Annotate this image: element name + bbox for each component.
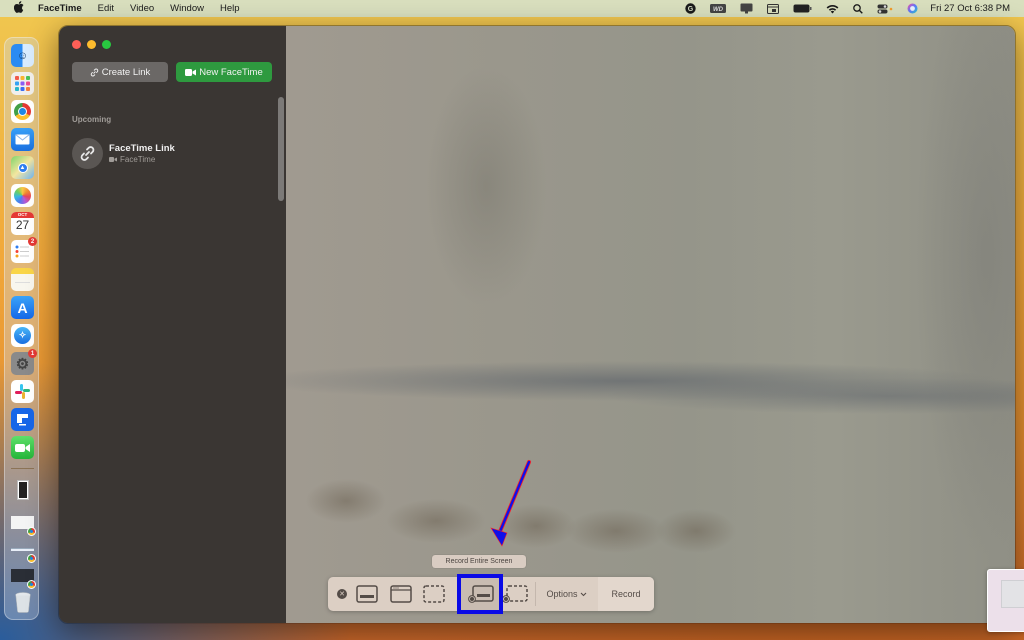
record-entire-screen-tooltip: Record Entire Screen xyxy=(432,555,526,568)
flow-icon xyxy=(17,414,28,426)
upcoming-section-label: Upcoming xyxy=(72,115,112,124)
window-thumbnail xyxy=(16,479,29,500)
dock-finder[interactable]: ☺ xyxy=(11,44,34,67)
reminders-icon xyxy=(15,245,29,258)
upcoming-item-title: FaceTime Link xyxy=(109,142,175,154)
dock-flow[interactable] xyxy=(11,408,34,431)
maps-icon: ▲ xyxy=(17,162,28,173)
dock-minimized-window-1[interactable] xyxy=(11,478,34,501)
dock-mail[interactable] xyxy=(11,128,34,151)
calendar-day: 27 xyxy=(15,218,30,232)
control-center-icon[interactable] xyxy=(877,0,893,17)
reminders-badge: 2 xyxy=(28,237,37,246)
dock-minimized-chrome-1[interactable] xyxy=(11,511,36,536)
dock-safari[interactable]: ✧ xyxy=(11,324,34,347)
menu-video[interactable]: Video xyxy=(130,3,154,14)
display-icon[interactable] xyxy=(740,0,753,17)
svg-text:WD: WD xyxy=(713,7,724,13)
screen-mirroring-icon[interactable] xyxy=(767,0,780,17)
link-icon xyxy=(90,68,98,76)
launchpad-icon xyxy=(15,76,30,91)
dock-chrome[interactable] xyxy=(11,100,34,123)
dock-trash[interactable] xyxy=(11,591,34,614)
status-area: G WD Fri 27 Oct 6:38 PM xyxy=(671,0,1010,17)
close-window-button[interactable] xyxy=(72,40,81,49)
photos-icon xyxy=(14,187,31,204)
dock-slack[interactable] xyxy=(11,380,34,403)
wd-drive-icon[interactable]: WD xyxy=(710,0,727,17)
chrome-icon xyxy=(14,103,31,120)
grammarly-icon[interactable]: G xyxy=(685,0,696,17)
minimize-window-button[interactable] xyxy=(87,40,96,49)
toolbar-close-button[interactable]: ✕ xyxy=(337,589,347,599)
menu-edit[interactable]: Edit xyxy=(98,3,114,14)
dock-photos[interactable] xyxy=(11,184,34,207)
video-camera-icon xyxy=(109,156,117,162)
new-facetime-label: New FaceTime xyxy=(199,66,263,78)
options-button[interactable]: Options xyxy=(536,577,597,611)
record-portion-icon[interactable] xyxy=(502,585,528,603)
dock: ☺ ▲ OCT 27 2 A ✧ ⚙ 1 xyxy=(4,37,39,620)
dock-maps[interactable]: ▲ xyxy=(11,156,34,179)
chrome-window-thumbnail xyxy=(11,548,34,551)
settings-badge: 1 xyxy=(28,349,37,358)
dock-minimized-chrome-2[interactable] xyxy=(11,538,36,563)
sidebar-scrollbar[interactable] xyxy=(278,97,284,201)
battery-icon[interactable] xyxy=(793,0,812,17)
dock-reminders[interactable]: 2 xyxy=(11,237,37,263)
screenshot-thumbnail[interactable] xyxy=(987,569,1024,632)
menu-app-name[interactable]: FaceTime xyxy=(38,3,82,14)
chevron-down-icon xyxy=(580,592,586,596)
settings-icon: ⚙ xyxy=(15,355,30,373)
menu-clock[interactable]: Fri 27 Oct 6:38 PM xyxy=(930,3,1010,14)
menu-bar: FaceTime Edit Video Window Help G WD Fri… xyxy=(0,0,1024,17)
video-camera-icon xyxy=(185,68,197,76)
record-button[interactable]: Record xyxy=(598,577,654,611)
notes-icon xyxy=(15,282,30,283)
dock-app-store[interactable]: A xyxy=(11,296,34,319)
dock-minimized-chrome-3[interactable] xyxy=(11,564,36,589)
capture-portion-icon[interactable] xyxy=(423,585,445,603)
link-icon xyxy=(80,145,95,161)
annotation-highlight-box xyxy=(457,574,503,614)
options-label: Options xyxy=(546,589,578,599)
upcoming-item-subtitle: FaceTime xyxy=(120,154,156,164)
dock-notes[interactable] xyxy=(11,268,34,291)
safari-icon: ✧ xyxy=(14,327,31,344)
camera-preview xyxy=(286,26,1015,623)
svg-text:G: G xyxy=(688,6,694,13)
facetime-sidebar: Create Link New FaceTime Upcoming FaceTi… xyxy=(59,26,286,623)
capture-screen-icon[interactable] xyxy=(356,585,378,603)
dock-facetime[interactable] xyxy=(11,436,34,459)
menu-help[interactable]: Help xyxy=(220,3,240,14)
dock-calendar[interactable]: OCT 27 xyxy=(11,212,34,235)
link-avatar xyxy=(72,137,103,169)
mail-icon xyxy=(15,134,30,145)
finder-icon: ☺ xyxy=(16,49,29,62)
slack-icon xyxy=(15,384,30,399)
window-controls xyxy=(72,40,111,49)
facetime-icon xyxy=(15,443,30,452)
create-link-button[interactable]: Create Link xyxy=(72,62,168,82)
create-link-label: Create Link xyxy=(101,66,151,78)
zoom-window-button[interactable] xyxy=(102,40,111,49)
chrome-badge-icon xyxy=(27,554,36,563)
app-store-icon: A xyxy=(17,299,28,316)
chrome-badge-icon xyxy=(27,580,36,589)
dock-launchpad[interactable] xyxy=(11,72,34,95)
dock-system-settings[interactable]: ⚙ 1 xyxy=(11,349,37,375)
capture-window-icon[interactable] xyxy=(390,585,412,603)
apple-menu-icon[interactable] xyxy=(13,1,28,16)
upcoming-item[interactable]: FaceTime Link FaceTime xyxy=(72,137,272,169)
dock-separator xyxy=(11,468,34,469)
wifi-icon[interactable] xyxy=(826,0,839,17)
siri-icon[interactable] xyxy=(907,0,918,17)
chrome-badge-icon xyxy=(27,527,36,536)
new-facetime-button[interactable]: New FaceTime xyxy=(176,62,272,82)
annotation-arrow xyxy=(490,460,531,547)
search-icon[interactable] xyxy=(853,0,864,17)
trash-icon xyxy=(14,592,31,613)
menu-window[interactable]: Window xyxy=(170,3,204,14)
